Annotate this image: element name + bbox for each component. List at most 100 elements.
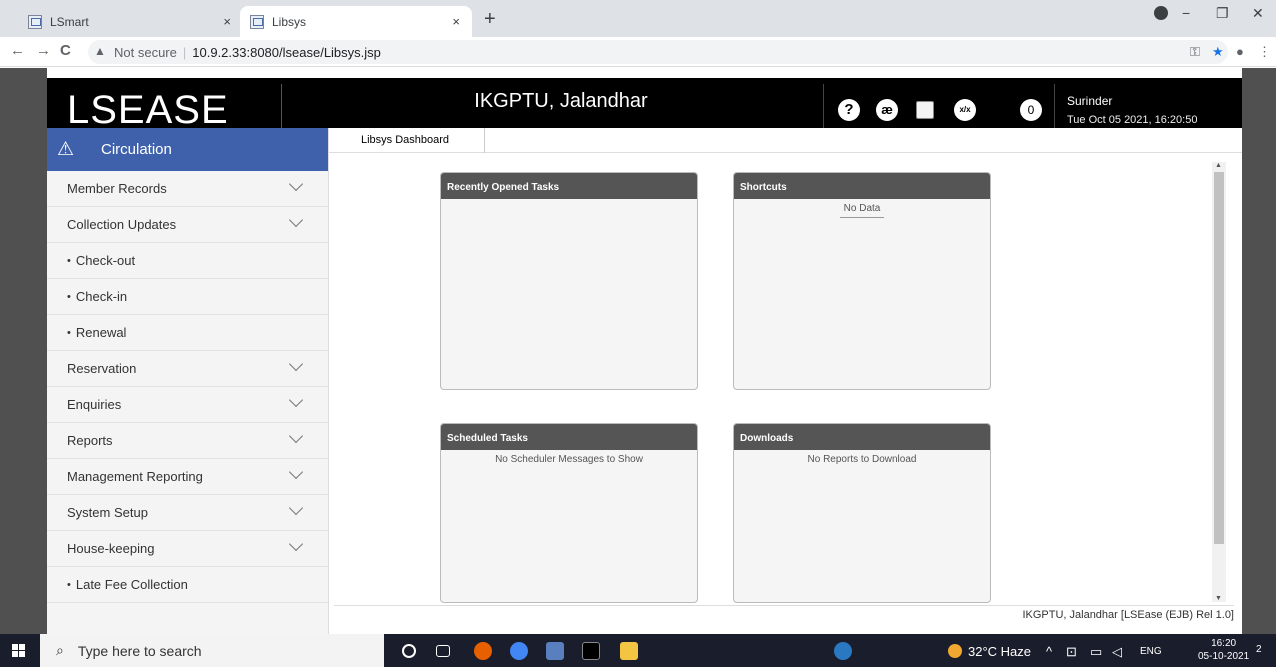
chevron-down-icon	[288, 392, 304, 408]
sidebar-item-label: Collection Updates	[67, 217, 177, 232]
search-icon: ⌕	[56, 642, 64, 658]
sidebar-item-label: Renewal	[75, 325, 127, 340]
sidebar: ⚠ Circulation Member Records Collection …	[47, 128, 329, 634]
network-icon[interactable]: ⊡	[1066, 644, 1077, 660]
file-explorer-icon[interactable]	[620, 642, 638, 660]
security-status: Not secure	[114, 44, 177, 60]
sidebar-item-label: Management Reporting	[67, 469, 203, 484]
broken-image-icon[interactable]	[916, 101, 934, 119]
sidebar-header-circulation[interactable]: ⚠ Circulation	[47, 128, 328, 171]
sidebar-item-label: Reports	[67, 433, 113, 448]
warning-icon: ▲	[94, 44, 106, 58]
clock-time: 16:20	[1211, 638, 1237, 649]
key-icon[interactable]: ⚿	[1190, 44, 1200, 60]
help-icon[interactable]: ?	[838, 99, 860, 121]
notification-center-icon[interactable]: 2	[1256, 644, 1262, 655]
recently-opened-tasks-panel: Recently Opened Tasks	[440, 172, 698, 390]
current-datetime: Tue Oct 05 2021, 16:20:50	[1067, 114, 1198, 126]
tab-close-icon[interactable]: ×	[452, 14, 460, 29]
bookmark-star-icon[interactable]: ★	[1212, 44, 1224, 60]
tray-expand-icon[interactable]: ^	[1046, 644, 1052, 659]
browser-tab-libsys[interactable]: Libsys ×	[240, 6, 472, 37]
url-input[interactable]: ▲ Not secure | 10.9.2.33:8080/lsease/Lib…	[88, 40, 1228, 64]
back-button[interactable]: ←	[10, 42, 25, 59]
close-window-button[interactable]: ✕	[1252, 5, 1264, 22]
sidebar-header-label: Circulation	[101, 141, 172, 158]
page-viewport: LSEASE IKGPTU, Jalandhar ? æ x/x 0 Surin…	[0, 68, 1276, 634]
cortana-icon[interactable]	[402, 644, 416, 658]
chrome-icon[interactable]	[510, 642, 528, 660]
tab-close-icon[interactable]: ×	[223, 14, 231, 29]
tab-libsys-dashboard[interactable]: Libsys Dashboard	[333, 128, 485, 153]
sidebar-item-reports[interactable]: Reports	[47, 423, 328, 459]
weather-icon	[948, 644, 962, 658]
windows-start-icon[interactable]	[12, 644, 26, 658]
firefox-icon[interactable]	[474, 642, 492, 660]
sidebar-item-label: Enquiries	[67, 397, 122, 412]
chevron-down-icon	[288, 428, 304, 444]
panel-title: Scheduled Tasks	[441, 424, 697, 450]
terminal-icon[interactable]	[582, 642, 600, 660]
panel-message	[441, 199, 697, 203]
vertical-scrollbar[interactable]: ▲ ▼	[1212, 162, 1226, 602]
new-tab-button[interactable]: +	[484, 8, 496, 31]
java-app-icon[interactable]	[546, 642, 564, 660]
sidebar-item-collection-updates[interactable]: Collection Updates	[47, 207, 328, 243]
browser-tab-lsmart[interactable]: LSmart ×	[18, 6, 243, 37]
search-placeholder: Type here to search	[77, 642, 202, 659]
forward-button[interactable]: →	[36, 42, 51, 59]
profile-menu-icon[interactable]	[1154, 6, 1168, 20]
sidebar-item-reservation[interactable]: Reservation	[47, 351, 328, 387]
page-favicon-icon	[28, 14, 42, 29]
scroll-down-icon[interactable]: ▼	[1215, 595, 1222, 602]
tab-title: LSmart	[50, 14, 89, 29]
shortcuts-panel: Shortcuts No Data	[733, 172, 991, 390]
sidebar-item-late-fee-collection[interactable]: Late Fee Collection	[47, 567, 328, 603]
sidebar-item-management-reporting[interactable]: Management Reporting	[47, 459, 328, 495]
sidebar-item-label: Late Fee Collection	[75, 577, 188, 592]
chevron-down-icon	[288, 500, 304, 516]
main-content: Libsys Dashboard Recently Opened Tasks S…	[329, 128, 1242, 634]
sidebar-item-label: House-keeping	[67, 541, 155, 556]
chevron-down-icon	[288, 536, 304, 552]
panel-message: No Data	[840, 203, 884, 218]
language-indicator[interactable]: ENG	[1140, 646, 1162, 657]
taskbar-clock[interactable]: 16:20 05-10-2021	[1198, 637, 1249, 663]
app-footer: IKGPTU, Jalandhar [LSEase (EJB) Rel 1.0]	[1022, 609, 1234, 621]
minimize-button[interactable]: −	[1182, 5, 1190, 21]
help-app-icon[interactable]	[834, 642, 852, 660]
panel-message: No Reports to Download	[807, 454, 917, 465]
language-icon[interactable]: æ	[876, 99, 898, 121]
panel-title: Shortcuts	[734, 173, 990, 199]
menu-icon[interactable]: ⋮	[1258, 44, 1271, 60]
footer-divider	[334, 605, 1234, 606]
sidebar-item-check-out[interactable]: Check-out	[47, 243, 328, 279]
task-view-icon[interactable]	[436, 645, 450, 657]
sidebar-item-house-keeping[interactable]: House-keeping	[47, 531, 328, 567]
chevron-down-icon	[288, 464, 304, 480]
chevron-down-icon	[288, 176, 304, 192]
sidebar-item-enquiries[interactable]: Enquiries	[47, 387, 328, 423]
sidebar-item-renewal[interactable]: Renewal	[47, 315, 328, 351]
sidebar-item-label: Member Records	[67, 181, 167, 196]
scroll-up-icon[interactable]: ▲	[1215, 162, 1222, 169]
calculator-icon[interactable]: x/x	[954, 99, 976, 121]
display-icon[interactable]: ▭	[1090, 644, 1102, 660]
panel-title: Recently Opened Tasks	[441, 173, 697, 199]
scrollbar-thumb[interactable]	[1214, 172, 1224, 544]
sidebar-item-check-in[interactable]: Check-in	[47, 279, 328, 315]
taskbar-search-input[interactable]: ⌕ Type here to search	[40, 634, 384, 667]
weather-text[interactable]: 32°C Haze	[968, 644, 1031, 659]
volume-icon[interactable]: ◁	[1112, 644, 1122, 660]
maximize-button[interactable]: ❐	[1216, 5, 1229, 22]
sidebar-item-label: Check-out	[75, 253, 136, 268]
sidebar-item-member-records[interactable]: Member Records	[47, 171, 328, 207]
user-name: Surinder	[1067, 94, 1113, 108]
sidebar-item-label: System Setup	[67, 505, 148, 520]
chevron-down-icon	[288, 212, 304, 228]
account-icon[interactable]: ●	[1236, 44, 1244, 59]
notification-count[interactable]: 0	[1020, 99, 1042, 121]
url-separator: |	[182, 44, 187, 60]
sidebar-item-system-setup[interactable]: System Setup	[47, 495, 328, 531]
reload-button[interactable]: C	[60, 42, 71, 59]
